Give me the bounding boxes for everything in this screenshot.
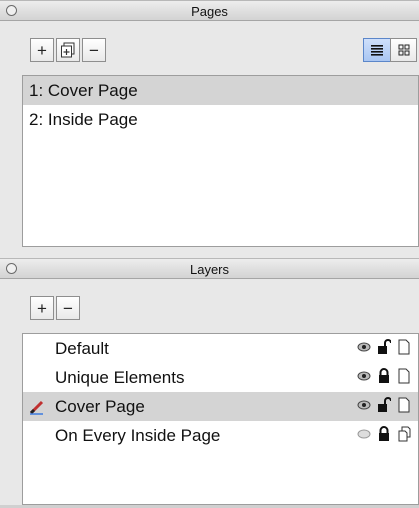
lock-icon[interactable]	[376, 368, 392, 384]
page-item-label: 1: Cover Page	[29, 81, 138, 100]
add-layer-button[interactable]: +	[30, 296, 54, 320]
layers-title: Layers	[189, 262, 230, 277]
layer-controls	[356, 426, 412, 442]
layer-item-label: Default	[55, 339, 109, 358]
eye-closed-icon[interactable]	[356, 426, 372, 442]
layer-controls	[356, 397, 412, 413]
view-mode-toggle	[363, 38, 417, 62]
lock-icon[interactable]	[376, 426, 392, 442]
remove-page-button[interactable]: −	[82, 38, 106, 62]
eye-icon[interactable]	[356, 397, 372, 413]
eye-icon[interactable]	[356, 339, 372, 355]
pages-list: 1: Cover Page 2: Inside Page	[22, 75, 419, 247]
layer-item-default[interactable]: Default	[23, 334, 418, 363]
layers-toolbar: + −	[30, 296, 82, 320]
list-view-button[interactable]	[363, 38, 391, 62]
layer-item-label: Unique Elements	[55, 368, 185, 387]
layers-panel: Layers + − Default Unique Elements Cover…	[0, 258, 419, 508]
eye-icon[interactable]	[356, 368, 372, 384]
page-item-inside[interactable]: 2: Inside Page	[23, 105, 418, 134]
pages-toolbar: + −	[30, 38, 130, 62]
pencil-icon	[29, 399, 45, 415]
layer-controls	[356, 339, 412, 355]
pages-titlebar: Pages	[0, 0, 419, 21]
remove-layer-button[interactable]: −	[56, 296, 80, 320]
page-icon[interactable]	[396, 339, 412, 355]
layer-item-cover[interactable]: Cover Page	[23, 392, 418, 421]
page-item-cover[interactable]: 1: Cover Page	[23, 76, 418, 105]
pages-icon[interactable]	[396, 426, 412, 442]
layers-list: Default Unique Elements Cover Page On Ev…	[22, 333, 419, 505]
list-view-icon	[371, 45, 383, 56]
pages-title: Pages	[191, 4, 228, 19]
layer-item-unique[interactable]: Unique Elements	[23, 363, 418, 392]
add-page-button[interactable]: +	[30, 38, 54, 62]
layers-titlebar: Layers	[0, 258, 419, 279]
layer-controls	[356, 368, 412, 384]
page-item-label: 2: Inside Page	[29, 110, 138, 129]
grid-view-icon	[398, 44, 409, 56]
page-icon[interactable]	[396, 397, 412, 413]
pages-panel: Pages + − 1: Cover Page 2: Inside Page	[0, 0, 419, 258]
thumbnail-view-button[interactable]	[390, 38, 417, 62]
unlock-icon[interactable]	[376, 397, 392, 413]
layer-item-inside[interactable]: On Every Inside Page	[23, 421, 418, 450]
page-icon[interactable]	[396, 368, 412, 384]
layer-item-label: On Every Inside Page	[55, 426, 221, 445]
duplicate-page-icon	[61, 42, 75, 58]
unlock-icon[interactable]	[376, 339, 392, 355]
layer-item-label: Cover Page	[55, 397, 145, 416]
duplicate-page-button[interactable]	[56, 38, 80, 62]
